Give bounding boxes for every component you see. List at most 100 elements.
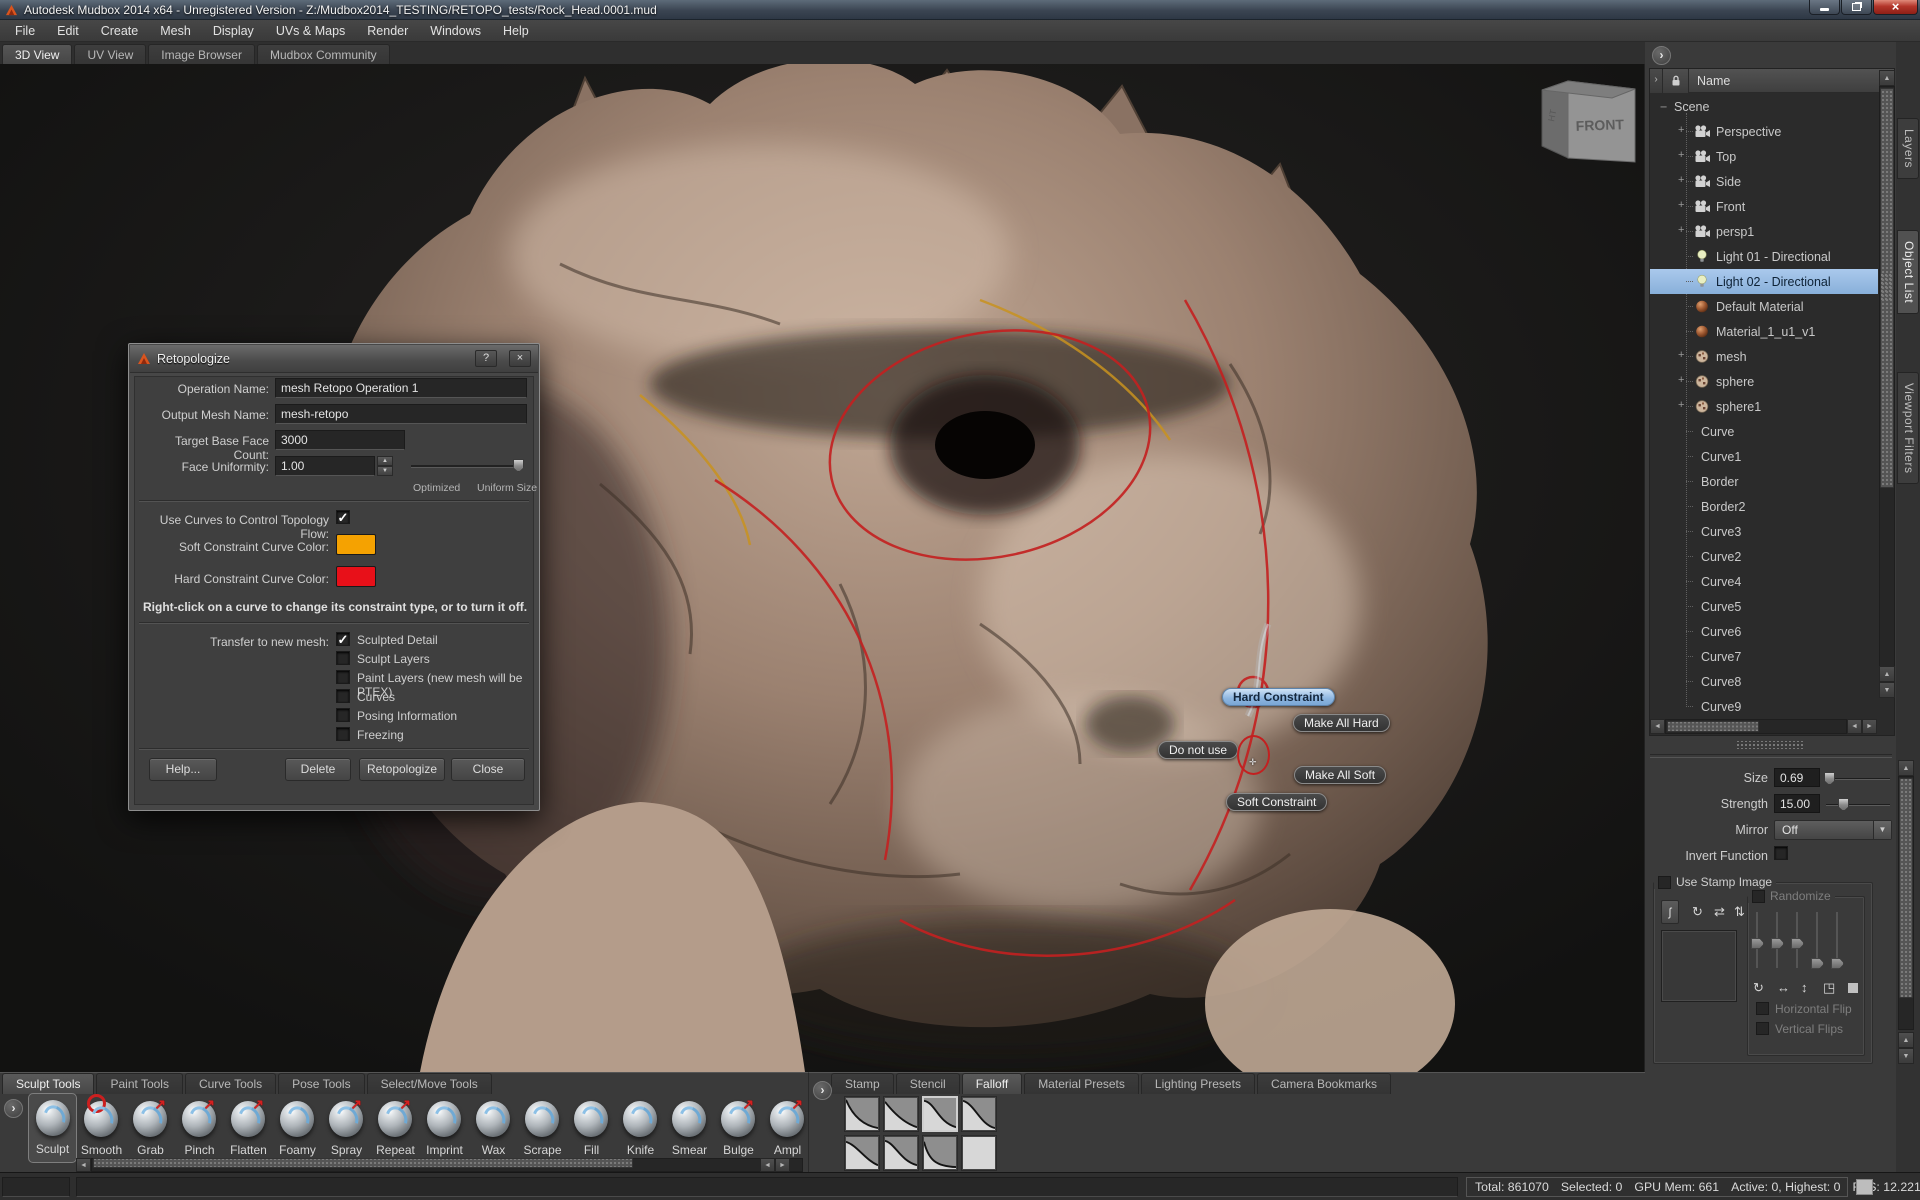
tool-fill[interactable]: Fill: [567, 1095, 616, 1161]
menu-edit[interactable]: Edit: [46, 21, 90, 41]
transfer-option-checkbox-posing-information[interactable]: [336, 708, 350, 722]
tool-pinch[interactable]: ↗Pinch: [175, 1095, 224, 1161]
view-tab-image-browser[interactable]: Image Browser: [148, 44, 255, 64]
face-uniformity-input[interactable]: [275, 456, 375, 476]
tree-expander[interactable]: +: [1678, 399, 1687, 412]
right-tab-object-list[interactable]: Object List: [1897, 230, 1919, 314]
menu-mesh[interactable]: Mesh: [149, 21, 202, 41]
tool-tab-pose-tools[interactable]: Pose Tools: [278, 1073, 364, 1094]
view-tab-3d-view[interactable]: 3D View: [2, 44, 72, 64]
hard-constraint-color-swatch[interactable]: [336, 566, 376, 587]
randomize-height-icon[interactable]: ↕: [1801, 980, 1808, 995]
tool-spray[interactable]: ↗Spray: [322, 1095, 371, 1161]
tree-item-light-01-directional[interactable]: Light 01 - Directional: [1650, 244, 1878, 269]
tree-item-border2[interactable]: Border2: [1650, 494, 1878, 519]
tree-item-curve3[interactable]: Curve3: [1650, 519, 1878, 544]
falloff-preset-2[interactable]: [883, 1096, 919, 1132]
tree-item-border[interactable]: Border: [1650, 469, 1878, 494]
falloff-preset-3[interactable]: [922, 1096, 958, 1132]
tree-expander[interactable]: +: [1678, 374, 1687, 387]
randomize-rotate-icon[interactable]: ↻: [1753, 980, 1764, 996]
use-stamp-image-checkbox[interactable]: [1658, 876, 1671, 889]
tooltray-hscroll-left2[interactable]: ◄: [760, 1158, 775, 1172]
face-uniformity-slider[interactable]: [411, 465, 521, 468]
horizontal-flip-checkbox[interactable]: [1756, 1002, 1769, 1015]
tree-item-top[interactable]: +Top: [1650, 144, 1878, 169]
lock-button[interactable]: [1663, 69, 1689, 93]
tool-smear[interactable]: Smear: [665, 1095, 714, 1161]
props-vscroll-thumb[interactable]: [1899, 778, 1913, 998]
preset-tab-lighting-presets[interactable]: Lighting Presets: [1141, 1073, 1255, 1094]
tree-item-default-material[interactable]: Default Material: [1650, 294, 1878, 319]
tree-item-curve8[interactable]: Curve8: [1650, 669, 1878, 694]
dialog-help-button[interactable]: ?: [475, 350, 497, 367]
minimize-button[interactable]: [1809, 0, 1840, 15]
tool-bulge[interactable]: ↗Bulge: [714, 1095, 763, 1161]
face-count-input[interactable]: [275, 430, 405, 450]
tool-tab-sculpt-tools[interactable]: Sculpt Tools: [2, 1073, 94, 1094]
strength-slider[interactable]: [1826, 804, 1890, 806]
tool-knife[interactable]: Knife: [616, 1095, 665, 1161]
tree-item-curve9[interactable]: Curve9: [1650, 694, 1878, 719]
retopologize-button[interactable]: Retopologize: [359, 758, 445, 781]
tray-expand-button[interactable]: ›: [4, 1099, 23, 1118]
tool-repeat[interactable]: ↗Repeat: [371, 1095, 420, 1161]
transfer-option-checkbox-curves[interactable]: [336, 689, 350, 703]
vertical-flips-checkbox[interactable]: [1756, 1022, 1769, 1035]
tree-expander[interactable]: +: [1678, 199, 1687, 212]
context-menu-item-do-not-use[interactable]: Do not use: [1158, 741, 1238, 759]
delete-button[interactable]: Delete: [285, 758, 351, 781]
tool-scrape[interactable]: Scrape: [518, 1095, 567, 1161]
operation-name-input[interactable]: [275, 378, 527, 398]
output-mesh-input[interactable]: [275, 404, 527, 424]
objlist-scroll-down[interactable]: ▼: [1879, 682, 1895, 698]
tree-item-curve2[interactable]: Curve2: [1650, 544, 1878, 569]
tooltray-hscroll-right[interactable]: ►: [775, 1158, 790, 1172]
view-tab-mudbox-community[interactable]: Mudbox Community: [257, 44, 390, 64]
use-curves-checkbox[interactable]: ✓: [336, 510, 350, 524]
objlist-hscroll-right[interactable]: ►: [1862, 719, 1877, 734]
falloff-preset-7[interactable]: [922, 1135, 958, 1171]
tooltray-hscroll-left[interactable]: ◄: [76, 1158, 91, 1172]
tray-expand-button[interactable]: ›: [813, 1081, 832, 1100]
close-button[interactable]: ×: [1873, 0, 1918, 15]
soft-constraint-color-swatch[interactable]: [336, 534, 376, 555]
dialog-close-button[interactable]: ×: [509, 350, 531, 367]
tree-expander[interactable]: +: [1678, 124, 1687, 137]
view-tab-uv-view[interactable]: UV View: [74, 44, 146, 64]
stamp-shape-button[interactable]: ʃ: [1661, 900, 1679, 924]
tree-item-curve1[interactable]: Curve1: [1650, 444, 1878, 469]
view-cube[interactable]: FRONT HT: [1540, 76, 1640, 168]
tree-expander[interactable]: +: [1678, 349, 1687, 362]
tool-ampl[interactable]: ↗Ampl: [763, 1095, 812, 1161]
falloff-preset-4[interactable]: [961, 1096, 997, 1132]
objlist-scroll-up2[interactable]: ▲: [1879, 666, 1895, 682]
context-menu-item-soft-constraint[interactable]: Soft Constraint: [1226, 793, 1327, 811]
size-input[interactable]: [1774, 768, 1820, 787]
falloff-preset-6[interactable]: [883, 1135, 919, 1171]
tree-item-scene[interactable]: −Scene: [1650, 94, 1878, 119]
tool-foamy[interactable]: Foamy: [273, 1095, 322, 1161]
tree-expander[interactable]: −: [1660, 100, 1667, 114]
context-menu-item-hard-constraint[interactable]: Hard Constraint: [1222, 688, 1335, 706]
menu-windows[interactable]: Windows: [419, 21, 492, 41]
menu-create[interactable]: Create: [90, 21, 150, 41]
size-slider[interactable]: [1826, 778, 1890, 780]
tree-expander[interactable]: +: [1678, 224, 1687, 237]
tree-item-curve6[interactable]: Curve6: [1650, 619, 1878, 644]
tree-item-curve[interactable]: Curve: [1650, 419, 1878, 444]
close-button[interactable]: Close: [451, 758, 525, 781]
restore-button[interactable]: [1841, 0, 1872, 15]
tree-item-side[interactable]: +Side: [1650, 169, 1878, 194]
transfer-option-checkbox-paint-layers-new-mesh-will-be-ptex[interactable]: [336, 670, 350, 684]
rotate-stamp-icon[interactable]: ↻: [1692, 904, 1703, 920]
menu-help[interactable]: Help: [492, 21, 540, 41]
stamp-preview[interactable]: [1661, 930, 1737, 1002]
preset-tab-camera-bookmarks[interactable]: Camera Bookmarks: [1257, 1073, 1391, 1094]
invert-function-checkbox[interactable]: [1774, 846, 1788, 860]
tree-item-curve4[interactable]: Curve4: [1650, 569, 1878, 594]
tree-expander[interactable]: +: [1678, 149, 1687, 162]
tool-tab-curve-tools[interactable]: Curve Tools: [185, 1073, 276, 1094]
tree-item-sphere[interactable]: +sphere: [1650, 369, 1878, 394]
tool-wax[interactable]: Wax: [469, 1095, 518, 1161]
